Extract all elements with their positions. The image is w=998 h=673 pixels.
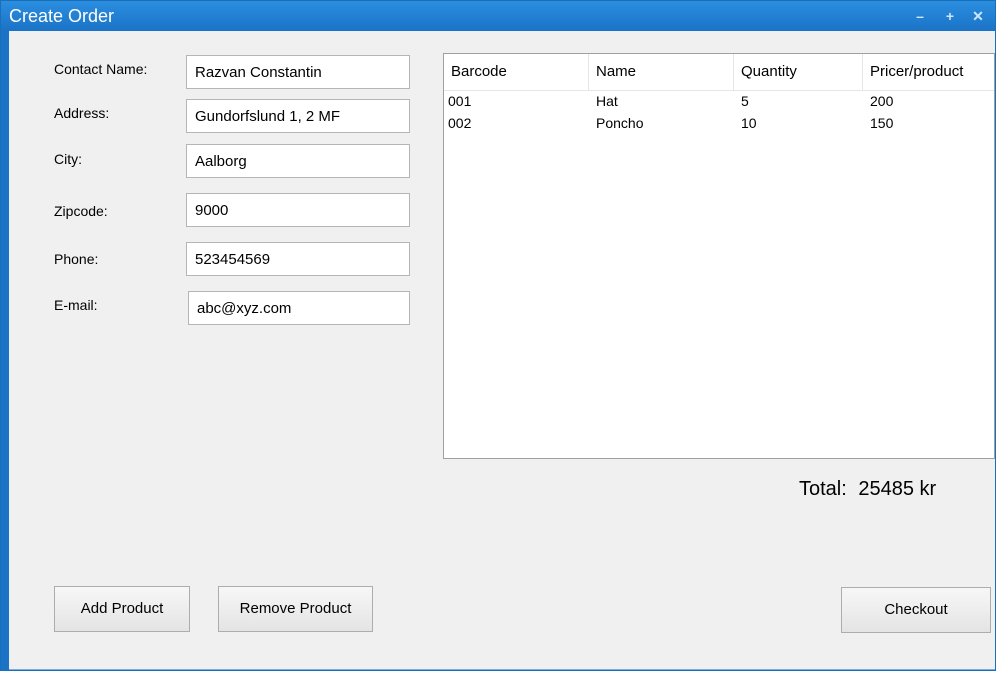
- create-order-window: Create Order – + ✕ Contact Name: Address…: [0, 0, 996, 671]
- cell-quantity: 10: [741, 115, 757, 131]
- add-product-button[interactable]: Add Product: [54, 586, 190, 632]
- phone-label: Phone:: [54, 251, 99, 267]
- title-bar[interactable]: Create Order – + ✕: [1, 1, 995, 31]
- address-field[interactable]: [186, 99, 410, 133]
- table-row[interactable]: 001 Hat 5 200: [444, 91, 994, 113]
- cell-quantity: 5: [741, 93, 749, 109]
- column-header-price[interactable]: Pricer/product: [863, 54, 994, 90]
- contact-name-field[interactable]: [186, 55, 410, 89]
- maximize-icon[interactable]: +: [941, 7, 959, 25]
- close-icon[interactable]: ✕: [969, 7, 987, 25]
- product-table[interactable]: Barcode Name Quantity Pricer/product 001…: [443, 53, 995, 459]
- zipcode-label: Zipcode:: [54, 203, 108, 219]
- phone-field[interactable]: [186, 242, 410, 276]
- column-header-name[interactable]: Name: [589, 54, 734, 90]
- table-row[interactable]: 002 Poncho 10 150: [444, 113, 994, 135]
- checkout-button[interactable]: Checkout: [841, 587, 991, 633]
- cell-name: Poncho: [596, 115, 644, 131]
- content-panel: Contact Name: Address: City: Zipcode: Ph…: [9, 31, 995, 670]
- table-header: Barcode Name Quantity Pricer/product: [444, 54, 994, 91]
- total-label: Total:: [799, 478, 847, 500]
- column-header-barcode[interactable]: Barcode: [444, 54, 589, 90]
- cell-price: 150: [870, 115, 894, 131]
- cell-name: Hat: [596, 93, 618, 109]
- city-field[interactable]: [186, 144, 410, 178]
- cell-price: 200: [870, 93, 894, 109]
- cell-barcode: 002: [448, 115, 472, 131]
- column-header-quantity[interactable]: Quantity: [734, 54, 863, 90]
- window-title: Create Order: [9, 6, 115, 26]
- order-total: Total: 25485 kr: [799, 478, 936, 501]
- zipcode-field[interactable]: [186, 193, 410, 227]
- city-label: City:: [54, 151, 82, 167]
- minimize-icon[interactable]: –: [911, 7, 929, 25]
- email-field[interactable]: [188, 291, 410, 325]
- total-value: 25485 kr: [858, 478, 937, 500]
- email-label: E-mail:: [54, 297, 98, 313]
- remove-product-button[interactable]: Remove Product: [218, 586, 373, 632]
- address-label: Address:: [54, 105, 110, 121]
- cell-barcode: 001: [448, 93, 472, 109]
- window-left-border: [1, 31, 9, 670]
- contact-name-label: Contact Name:: [54, 61, 148, 77]
